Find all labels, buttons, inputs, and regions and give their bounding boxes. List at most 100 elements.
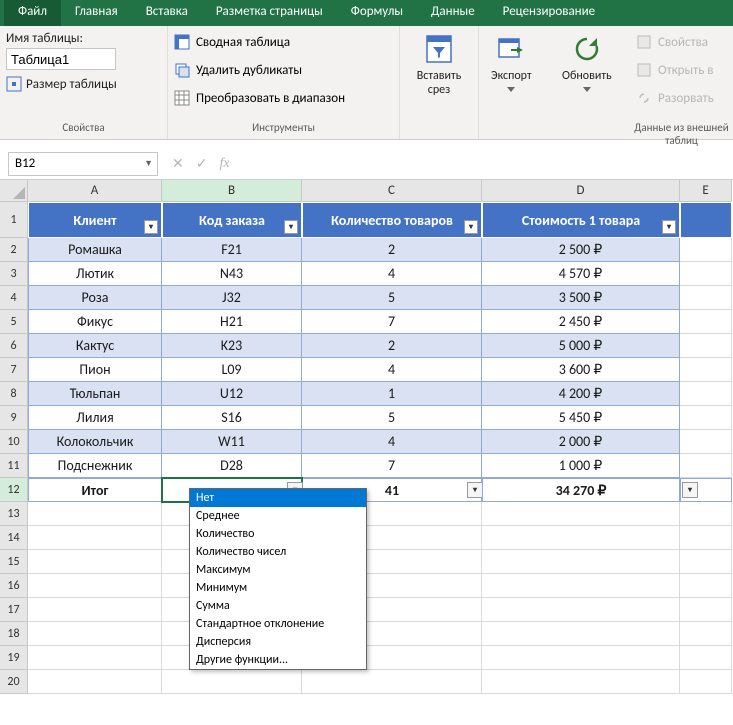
total-d-cell[interactable]: 34 270 ₽ ▾ xyxy=(482,478,680,502)
row-head[interactable]: 3 xyxy=(0,262,28,286)
row-head[interactable]: 6 xyxy=(0,334,28,358)
cell[interactable]: 7 xyxy=(302,310,482,334)
cell[interactable] xyxy=(482,574,680,598)
cell[interactable] xyxy=(680,622,732,646)
row-head[interactable]: 20 xyxy=(0,670,28,694)
cell[interactable] xyxy=(28,670,162,694)
cell[interactable] xyxy=(302,670,482,694)
tab-page-layout[interactable]: Разметка страницы xyxy=(202,0,337,26)
pivot-table-button[interactable]: Сводная таблица xyxy=(174,31,345,53)
cell[interactable]: Пион xyxy=(28,358,162,382)
row-head[interactable]: 9 xyxy=(0,406,28,430)
row-head[interactable]: 4 xyxy=(0,286,28,310)
total-function-dropdown[interactable]: НетСреднееКоличествоКоличество чиселМакс… xyxy=(189,488,367,670)
dropdown-item[interactable]: Другие функции... xyxy=(190,651,366,669)
row-head[interactable]: 16 xyxy=(0,574,28,598)
row-head[interactable]: 12 xyxy=(0,478,28,502)
cell[interactable]: 5 450 ₽ xyxy=(482,406,680,430)
cell[interactable]: 1 xyxy=(302,382,482,406)
row-head[interactable]: 14 xyxy=(0,526,28,550)
cell[interactable] xyxy=(680,598,732,622)
cell[interactable]: S16 xyxy=(162,406,302,430)
chevron-down-icon[interactable]: ▼ xyxy=(144,158,153,169)
row-head[interactable]: 11 xyxy=(0,454,28,478)
cell[interactable]: 4 xyxy=(302,358,482,382)
cell[interactable] xyxy=(28,574,162,598)
cell[interactable]: Кактус xyxy=(28,334,162,358)
row-head[interactable]: 10 xyxy=(0,430,28,454)
dropdown-item[interactable]: Среднее xyxy=(190,507,366,525)
dropdown-item[interactable]: Максимум xyxy=(190,561,366,579)
cell[interactable]: W11 xyxy=(162,430,302,454)
cell[interactable] xyxy=(680,358,732,382)
table-header-cell[interactable]: Количество товаров▾ xyxy=(302,202,482,238)
export-button[interactable]: Экспорт xyxy=(483,29,540,121)
cell[interactable] xyxy=(28,526,162,550)
table-header-cell[interactable]: Стоимость 1 товара▾ xyxy=(482,202,680,238)
row-head[interactable]: 15 xyxy=(0,550,28,574)
row-head[interactable]: 13 xyxy=(0,502,28,526)
cell[interactable]: 4 xyxy=(302,262,482,286)
name-box[interactable]: B12 ▼ xyxy=(8,152,158,176)
filter-button[interactable]: ▾ xyxy=(144,220,158,234)
tab-review[interactable]: Рецензирование xyxy=(489,0,609,26)
resize-table-button[interactable]: Размер таблицы xyxy=(6,76,161,92)
select-all-corner[interactable] xyxy=(0,180,28,202)
cell[interactable] xyxy=(482,598,680,622)
col-head-d[interactable]: D xyxy=(482,180,680,202)
cell[interactable] xyxy=(680,526,732,550)
row-head[interactable]: 7 xyxy=(0,358,28,382)
cell[interactable] xyxy=(28,646,162,670)
cell[interactable] xyxy=(482,502,680,526)
cell[interactable] xyxy=(482,526,680,550)
cell[interactable]: J32 xyxy=(162,286,302,310)
cell[interactable]: Фикус xyxy=(28,310,162,334)
tab-data[interactable]: Данные xyxy=(417,0,489,26)
dropdown-item[interactable]: Сумма xyxy=(190,597,366,615)
row-head[interactable]: 2 xyxy=(0,238,28,262)
row-head[interactable]: 1 xyxy=(0,202,28,238)
table-header-cell[interactable]: Клиент▾ xyxy=(28,202,162,238)
cell[interactable] xyxy=(680,454,732,478)
formula-input[interactable] xyxy=(230,152,733,176)
cell[interactable] xyxy=(680,478,732,502)
cell[interactable]: U12 xyxy=(162,382,302,406)
filter-button[interactable]: ▾ xyxy=(662,220,676,234)
cell[interactable] xyxy=(680,550,732,574)
cell[interactable] xyxy=(680,262,732,286)
cell[interactable] xyxy=(680,670,732,694)
dropdown-item[interactable]: Нет xyxy=(190,489,366,507)
insert-slicer-button[interactable]: Вставить срез xyxy=(404,29,474,121)
cell[interactable] xyxy=(680,310,732,334)
cell[interactable] xyxy=(28,622,162,646)
cell[interactable] xyxy=(28,502,162,526)
cell[interactable] xyxy=(28,598,162,622)
cell[interactable] xyxy=(680,382,732,406)
cell[interactable] xyxy=(28,550,162,574)
cell[interactable] xyxy=(680,238,732,262)
cell[interactable] xyxy=(482,550,680,574)
dropdown-item[interactable]: Минимум xyxy=(190,579,366,597)
fx-icon[interactable]: fx xyxy=(219,156,229,172)
dropdown-item[interactable]: Количество xyxy=(190,525,366,543)
cell[interactable] xyxy=(680,286,732,310)
row-head[interactable]: 8 xyxy=(0,382,28,406)
col-head-a[interactable]: A xyxy=(28,180,162,202)
cell[interactable]: 4 200 ₽ xyxy=(482,382,680,406)
cell[interactable] xyxy=(680,574,732,598)
cell[interactable]: Подснежник xyxy=(28,454,162,478)
dropdown-item[interactable]: Дисперсия xyxy=(190,633,366,651)
cell[interactable]: 2 000 ₽ xyxy=(482,430,680,454)
cell[interactable] xyxy=(680,334,732,358)
cell[interactable]: 2 500 ₽ xyxy=(482,238,680,262)
cell[interactable]: 2 xyxy=(302,238,482,262)
cell[interactable]: 4 xyxy=(302,430,482,454)
cell[interactable]: L09 xyxy=(162,358,302,382)
tab-home[interactable]: Главная xyxy=(61,0,132,26)
tab-insert[interactable]: Вставка xyxy=(132,0,202,26)
tab-file[interactable]: Файл xyxy=(4,0,61,26)
cell[interactable]: 2 450 ₽ xyxy=(482,310,680,334)
cell[interactable]: Тюльпан xyxy=(28,382,162,406)
col-head-e[interactable]: E xyxy=(680,180,732,202)
cell[interactable] xyxy=(680,430,732,454)
